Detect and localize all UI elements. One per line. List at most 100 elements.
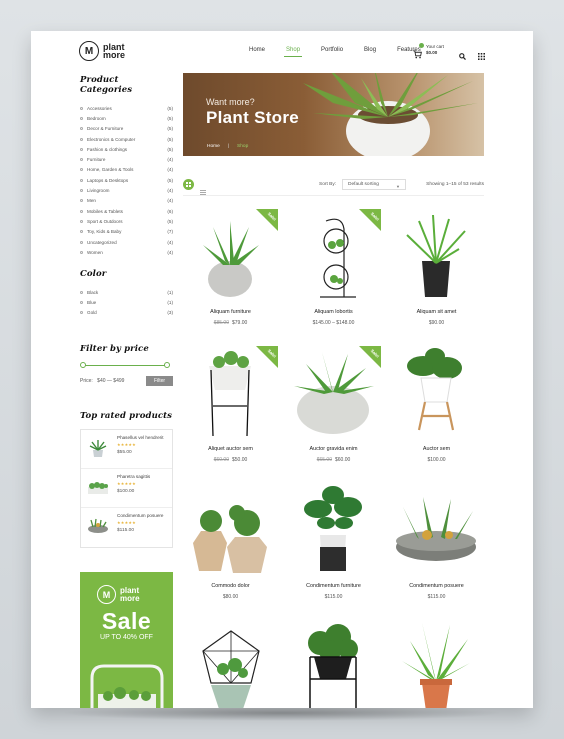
filter-item-count: (6) xyxy=(167,208,173,214)
product-current-price: $79.00 xyxy=(232,320,248,326)
nav-portfolio[interactable]: Portfolio xyxy=(321,47,343,53)
cart-text: Your cart $0.00 xyxy=(426,44,444,56)
product-name[interactable]: Commodo dolor xyxy=(183,583,278,589)
sort-select[interactable]: Default sorting ▼ xyxy=(342,179,406,190)
filter-list-item[interactable]: Blue (1) xyxy=(80,297,173,307)
product-price: $80.00 xyxy=(183,594,278,600)
product-card[interactable]: Sale! Aliquam lobortis $145.00 – $148.00 xyxy=(286,209,381,339)
shop-page: M plant more Home Shop Portfolio Blog Fe… xyxy=(31,31,533,708)
product-image[interactable]: Sale! xyxy=(183,209,278,302)
promo-sale-text: Sale xyxy=(101,608,152,634)
filter-list-item[interactable]: Men (4) xyxy=(80,196,173,206)
top-rated-item[interactable]: Condimentum posuere ★★★★★ $115.00 xyxy=(81,508,172,547)
logo[interactable]: M plant more xyxy=(79,41,133,61)
results-count: Showing 1–15 of 53 results xyxy=(426,182,484,187)
product-image-terrarium[interactable] xyxy=(195,625,267,708)
filter-list-item[interactable]: Toy, Kids & Baby (7) xyxy=(80,227,173,237)
product-name[interactable]: Auctor sem xyxy=(389,446,484,452)
product-image[interactable] xyxy=(389,209,484,302)
filter-list-item[interactable]: Mobiles & Tablets (6) xyxy=(80,206,173,216)
bullet-icon xyxy=(80,209,83,213)
top-rated-name[interactable]: Phasellus vel hendrerit xyxy=(117,435,169,441)
product-name[interactable]: Aliquam sit amet xyxy=(389,309,484,315)
product-image[interactable] xyxy=(286,483,381,576)
product-name[interactable]: Aliquam furniture xyxy=(183,309,278,315)
product-card[interactable]: Auctor sem $100.00 xyxy=(389,346,484,476)
filter-list-item[interactable]: Livingroom (4) xyxy=(80,185,173,195)
price-slider[interactable] xyxy=(80,362,170,368)
product-current-price: $145.00 – $148.00 xyxy=(312,320,355,326)
product-image[interactable] xyxy=(389,346,484,439)
filter-list-item[interactable]: Electronics & Computer (5) xyxy=(80,134,173,144)
top-rated-name[interactable]: Condimentum posuere xyxy=(117,513,169,519)
product-name[interactable]: Aliquam lobortis xyxy=(286,309,381,315)
filter-item-count: (5) xyxy=(167,146,173,152)
list-view-button[interactable] xyxy=(200,182,206,200)
logo-mark: M xyxy=(79,41,99,61)
product-name[interactable]: Aliquet auctor sem xyxy=(183,446,278,452)
product-image[interactable] xyxy=(183,483,278,576)
nav-shop[interactable]: Shop xyxy=(284,47,303,57)
grid-view-icon xyxy=(186,182,191,187)
filter-list-item[interactable]: Gold (3) xyxy=(80,308,173,318)
site-header: M plant more Home Shop Portfolio Blog Fe… xyxy=(31,31,533,73)
product-name[interactable]: Auctor gravida enim xyxy=(286,446,381,452)
bullet-icon xyxy=(80,178,83,182)
product-image-stand-plant[interactable] xyxy=(296,621,368,708)
filter-list-item[interactable]: Black (1) xyxy=(80,287,173,297)
breadcrumb-separator: | xyxy=(227,144,230,149)
filter-list-item[interactable]: Fashion & clothings (5) xyxy=(80,144,173,154)
breadcrumb-home[interactable]: Home xyxy=(207,144,220,149)
filter-list-item[interactable]: Home, Garden & Tools (4) xyxy=(80,165,173,175)
price-slider-max-handle[interactable] xyxy=(164,362,170,368)
grid-view-button[interactable] xyxy=(183,179,194,190)
product-image-art xyxy=(304,486,362,571)
product-image[interactable]: Sale! xyxy=(183,346,278,439)
filter-button[interactable]: Filter xyxy=(146,376,173,386)
product-card[interactable]: Sale! Auctor gravida enim $65.00 $60.00 xyxy=(286,346,381,476)
filter-item-name: Fashion & clothings xyxy=(87,146,128,152)
filter-item-name: Home, Garden & Tools xyxy=(87,167,134,173)
product-price: $115.00 xyxy=(389,594,484,600)
product-current-price: $115.00 xyxy=(324,594,343,600)
filter-list-item[interactable]: Uncategorized (4) xyxy=(80,237,173,247)
product-card[interactable]: Sale! Aliquet auctor sem $60.00 $50.00 xyxy=(183,346,278,476)
product-name[interactable]: Condimentum furniture xyxy=(286,583,381,589)
product-current-price: $115.00 xyxy=(427,594,446,600)
product-card[interactable]: Sale! Aliquam furniture $85.00 $79.00 xyxy=(183,209,278,339)
filter-item-label-wrap: Mobiles & Tablets xyxy=(80,209,123,214)
top-rated-title: Top rated products xyxy=(80,411,173,421)
nav-blog[interactable]: Blog xyxy=(364,47,376,53)
product-name[interactable]: Condimentum posuere xyxy=(389,583,484,589)
product-card[interactable]: Condimentum posuere $115.00 xyxy=(389,483,484,613)
filter-list-item[interactable]: Accessories (5) xyxy=(80,103,173,113)
cart-button[interactable]: Your cart $0.00 xyxy=(413,42,444,58)
filter-list-item[interactable]: Laptops & Desktops (5) xyxy=(80,175,173,185)
product-image[interactable]: Sale! xyxy=(286,209,381,302)
top-rated-item[interactable]: Phasellus vel hendrerit ★★★★★ $55.00 xyxy=(81,430,172,469)
product-image[interactable] xyxy=(389,483,484,576)
price-slider-min-handle[interactable] xyxy=(80,362,86,368)
bullet-icon xyxy=(80,199,83,203)
filter-list-item[interactable]: Sport & Outdoors (5) xyxy=(80,216,173,226)
product-card[interactable]: Aliquam sit amet $90.00 xyxy=(389,209,484,339)
filter-list-item[interactable]: Bedroom (5) xyxy=(80,113,173,123)
sale-promo-banner[interactable]: M plant more Sale UP TO 40% OFF xyxy=(80,572,173,708)
product-image-fern[interactable] xyxy=(400,621,472,708)
nav-home[interactable]: Home xyxy=(249,47,265,53)
product-old-price: $85.00 xyxy=(213,320,229,326)
filter-item-label-wrap: Accessories xyxy=(80,106,112,111)
filter-list-item[interactable]: Decor & Furniture (5) xyxy=(80,124,173,134)
top-rated-name[interactable]: Pharetra sagittis xyxy=(117,474,169,480)
filter-list-item[interactable]: Furniture (4) xyxy=(80,154,173,164)
sort-selected-value: Default sorting xyxy=(348,182,379,187)
filter-item-count: (1) xyxy=(167,289,173,295)
product-card[interactable]: Condimentum furniture $115.00 xyxy=(286,483,381,613)
top-rated-item[interactable]: Pharetra sagittis ★★★★★ $100.00 xyxy=(81,469,172,508)
menu-grid-icon[interactable] xyxy=(478,47,485,65)
search-icon[interactable] xyxy=(459,47,466,65)
filter-list-item[interactable]: Women (4) xyxy=(80,247,173,257)
filter-item-label-wrap: Furniture xyxy=(80,157,105,162)
product-image[interactable]: Sale! xyxy=(286,346,381,439)
product-card[interactable]: Commodo dolor $80.00 xyxy=(183,483,278,613)
